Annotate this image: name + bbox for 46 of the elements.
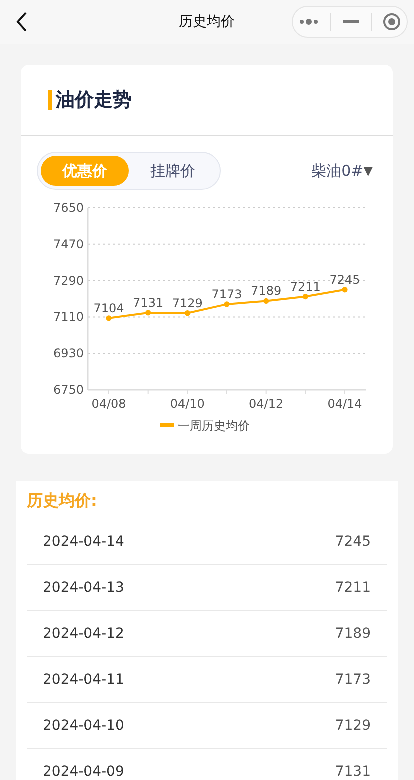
date-text: 2024-04-11 (43, 672, 124, 688)
axis-label: 04/08 (92, 397, 126, 411)
data-point (302, 294, 308, 300)
legend-label: 一周历史均价 (178, 419, 250, 433)
date-text: 2024-04-14 (43, 534, 124, 550)
data-label: 7131 (133, 296, 164, 310)
date-text: 2024-04-09 (43, 764, 124, 780)
data-label: 7189 (251, 284, 282, 298)
date-text: 2024-04-13 (43, 580, 124, 596)
legend-swatch (160, 423, 174, 427)
price-text: 7131 (335, 764, 371, 780)
axis-label: 6750 (53, 383, 84, 397)
axis-label: 04/12 (249, 397, 284, 411)
axis-label: 7290 (53, 274, 84, 288)
data-label: 7129 (172, 296, 203, 310)
data-point (184, 310, 190, 316)
price-text: 7245 (335, 534, 371, 550)
price-text: 7211 (335, 580, 371, 596)
data-point (146, 310, 152, 316)
axis-label: 6930 (53, 346, 84, 361)
axis-label: 7470 (53, 237, 84, 252)
data-label: 7211 (290, 280, 321, 294)
data-label: 7245 (330, 272, 360, 287)
page-title: 历史均价 (179, 13, 235, 31)
price-text: 7129 (335, 718, 371, 734)
back-icon[interactable] (16, 12, 28, 32)
date-text: 2024-04-12 (43, 626, 124, 642)
price-text: 7189 (335, 626, 371, 642)
card-title: 油价走势 (48, 90, 132, 110)
data-label: 7173 (212, 287, 242, 302)
price-text: 7173 (335, 672, 371, 688)
axis-label: 04/14 (328, 397, 362, 411)
axis-label: 7650 (53, 201, 84, 215)
axis-label: 04/10 (170, 397, 205, 411)
price-tab[interactable]: 挂牌价 (129, 156, 217, 186)
data-point (224, 302, 230, 308)
minimize-icon[interactable] (342, 20, 359, 24)
section-title: 历史均价: (27, 491, 98, 512)
data-label: 7104 (94, 301, 124, 316)
data-point (264, 298, 270, 304)
axis-label: 7110 (53, 310, 84, 324)
date-text: 2024-04-10 (43, 718, 124, 734)
data-point (106, 316, 112, 322)
data-point (342, 287, 348, 293)
fuel-dropdown[interactable]: 柴油0#▼ (312, 162, 373, 180)
more-icon[interactable] (298, 18, 319, 26)
